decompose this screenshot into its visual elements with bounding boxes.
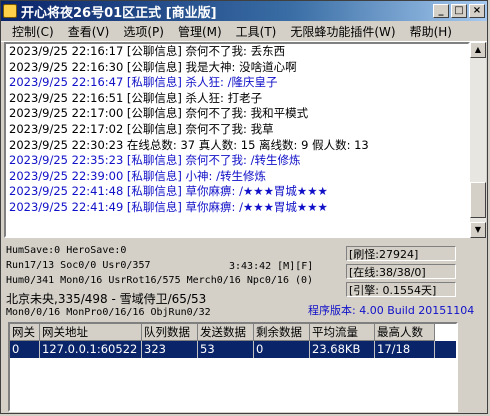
menu-help[interactable]: 帮助(H) bbox=[403, 23, 459, 40]
cell-queue: 323 bbox=[142, 341, 198, 358]
cell-max-users: 17/18 bbox=[375, 341, 435, 358]
title-bar: 开心将夜26号01区正式 [商业版] _ □ × bbox=[1, 1, 487, 21]
status-time: 3:43:42 [M][F] bbox=[229, 261, 314, 272]
col-avg-traffic[interactable]: 平均流量 bbox=[310, 324, 375, 341]
status-save: HumSave:0 HeroSave:0 bbox=[6, 245, 127, 256]
close-button[interactable]: × bbox=[469, 4, 485, 18]
log-scrollbar[interactable]: ▲ ▼ bbox=[470, 42, 486, 238]
col-gateway[interactable]: 网关 bbox=[10, 324, 40, 341]
log-line: 2023/9/25 22:39:00 [私聊信息] 小神: /转生修炼 bbox=[9, 168, 266, 183]
log-line: 2023/9/25 22:16:17 [公聊信息] 奈何不了我: 丢东西 bbox=[9, 44, 286, 58]
log-line: 2023/9/25 22:16:51 [公聊信息] 杀人狂: 打老子 bbox=[9, 90, 263, 105]
status-hum: Hum0/341 Mon0/16 UsrRot16/575 Merch0/16 … bbox=[6, 275, 314, 286]
log-line: 2023/9/25 22:17:02 [公聊信息] 奈何不了我: 我草 bbox=[9, 121, 274, 136]
scroll-up-arrow-icon[interactable]: ▲ bbox=[470, 42, 486, 58]
status-mon: Mon0/0/16 MonPro0/16/16 ObjRun0/32 bbox=[6, 307, 211, 318]
maximize-button[interactable]: □ bbox=[451, 4, 467, 18]
cell-avg-traffic: 23.68KB bbox=[310, 341, 375, 358]
col-max-users[interactable]: 最高人数 bbox=[375, 324, 435, 341]
menu-tools[interactable]: 工具(T) bbox=[229, 23, 284, 40]
col-address[interactable]: 网关地址 bbox=[40, 324, 142, 341]
scroll-down-arrow-icon[interactable]: ▼ bbox=[470, 222, 486, 238]
scroll-thumb[interactable] bbox=[470, 182, 486, 218]
gateway-table[interactable]: 网关 网关地址 队列数据 发送数据 剩余数据 平均流量 最高人数 0 127.0… bbox=[8, 322, 458, 412]
engine-uptime: [引擎: 0.1554天] bbox=[346, 282, 456, 297]
menu-bar: 控制(C) 查看(V) 选项(P) 管理(M) 工具(T) 无限蜂功能插件(W)… bbox=[1, 21, 487, 42]
window-title: 开心将夜26号01区正式 [商业版] bbox=[21, 5, 217, 21]
online-count: [在线:38/38/0] bbox=[346, 264, 456, 279]
menu-view[interactable]: 查看(V) bbox=[61, 23, 117, 40]
col-sent[interactable]: 发送数据 bbox=[198, 324, 254, 341]
stats-boxes: [刷怪:27924] [在线:38/38/0] [引擎: 0.1554天] bbox=[346, 246, 456, 300]
menu-options[interactable]: 选项(P) bbox=[116, 23, 171, 40]
cell-gateway: 0 bbox=[10, 341, 40, 358]
log-line: 2023/9/25 22:16:30 [公聊信息] 我是大神: 没啥道心啊 bbox=[9, 59, 297, 74]
table-header: 网关 网关地址 队列数据 发送数据 剩余数据 平均流量 最高人数 bbox=[10, 324, 456, 341]
menu-plugins[interactable]: 无限蜂功能插件(W) bbox=[283, 23, 402, 40]
log-line: 2023/9/25 22:16:47 [私聊信息] 杀人狂: /隆庆皇子 bbox=[9, 75, 278, 90]
menu-manage[interactable]: 管理(M) bbox=[171, 23, 229, 40]
log-panel[interactable]: 2023/9/25 22:16:17 [公聊信息] 奈何不了我: 丢东西 202… bbox=[4, 42, 470, 238]
status-panel: HumSave:0 HeroSave:0 Run17/13 Soc0/0 Usr… bbox=[6, 243, 336, 320]
log-line: 2023/9/25 22:35:23 [私聊信息] 奈何不了我: /转生修炼 bbox=[9, 153, 301, 168]
app-icon bbox=[3, 4, 17, 18]
menu-control[interactable]: 控制(C) bbox=[5, 23, 61, 40]
col-queue[interactable]: 队列数据 bbox=[142, 324, 198, 341]
col-remaining[interactable]: 剩余数据 bbox=[254, 324, 310, 341]
cell-address: 127.0.0.1:60522 bbox=[40, 341, 142, 358]
cell-remaining: 0 bbox=[254, 341, 310, 358]
log-line: 2023/9/25 22:30:23 在线总数: 37 真人数: 15 离线数:… bbox=[9, 137, 369, 152]
log-line: 2023/9/25 22:17:00 [公聊信息] 奈何不了我: 我和平模式 bbox=[9, 106, 309, 121]
minimize-button[interactable]: _ bbox=[433, 4, 449, 18]
table-row[interactable]: 0 127.0.0.1:60522 323 53 0 23.68KB 17/18 bbox=[10, 341, 456, 358]
refresh-count: [刷怪:27924] bbox=[346, 246, 456, 261]
cell-sent: 53 bbox=[198, 341, 254, 358]
status-region: 北京未央,335/498 - 雪域侍卫/65/53 bbox=[6, 292, 207, 306]
program-version: 程序版本: 4.00 Build 20151104 bbox=[308, 304, 475, 317]
log-line: 2023/9/25 22:41:49 [私聊信息] 草你麻痹: /★★★胃城★★… bbox=[9, 199, 328, 214]
log-line: 2023/9/25 22:41:48 [私聊信息] 草你麻痹: /★★★胃城★★… bbox=[9, 184, 328, 199]
